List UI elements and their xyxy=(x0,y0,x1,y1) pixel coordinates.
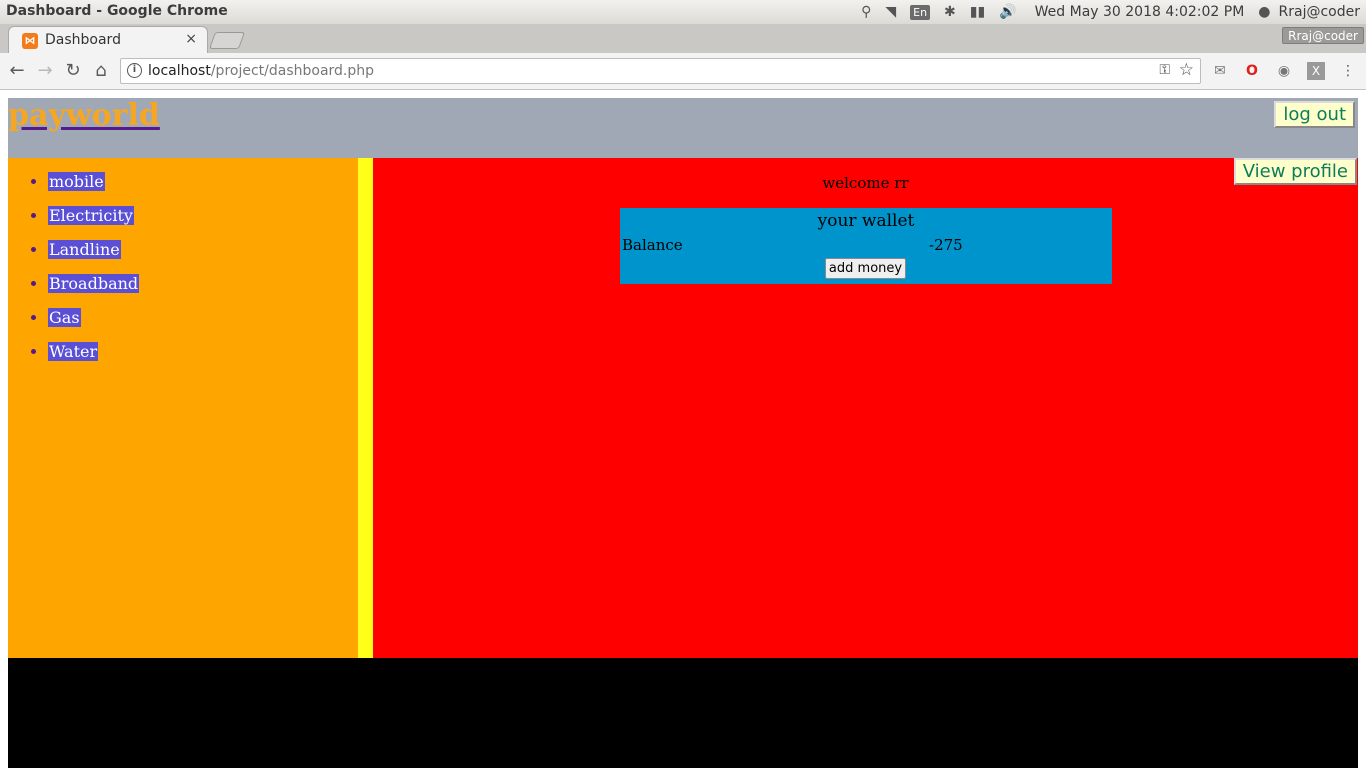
url-path: /project/dashboard.php xyxy=(210,63,375,79)
sidebar-link-landline[interactable]: Landline xyxy=(48,240,121,259)
add-money-button[interactable]: add money xyxy=(825,258,906,279)
keyboard-language-indicator[interactable]: En xyxy=(910,4,931,20)
home-icon[interactable]: ⌂ xyxy=(90,60,112,82)
bookmark-star-icon[interactable]: ☆ xyxy=(1179,60,1194,80)
logout-button[interactable]: log out xyxy=(1274,101,1355,128)
sidebar-item-mobile: mobile xyxy=(48,172,139,192)
apple-icon[interactable]: ● xyxy=(1258,0,1270,24)
window-title: Dashboard - Google Chrome xyxy=(6,3,228,19)
balance-label: Balance xyxy=(622,236,683,254)
sidebar-item-landline: Landline xyxy=(48,240,139,260)
site-logo-link[interactable]: payworld xyxy=(8,98,160,133)
balance-value: -275 xyxy=(929,236,963,254)
battery-icon[interactable]: ▮▮ xyxy=(970,0,985,24)
sidebar-link-electricity[interactable]: Electricity xyxy=(48,206,134,225)
opera-extension-icon[interactable]: O xyxy=(1243,62,1261,80)
welcome-message: welcome rr xyxy=(822,174,909,192)
profile-chip[interactable]: Rraj@coder xyxy=(1282,27,1364,44)
sidebar-item-broadband: Broadband xyxy=(48,274,140,294)
page-content: payworld log out mobile Electricity Land… xyxy=(0,91,1366,768)
clock[interactable]: Wed May 30 2018 4:02:02 PM xyxy=(1035,4,1245,20)
search-icon[interactable]: ⚲ xyxy=(861,0,871,24)
column-divider xyxy=(358,158,373,658)
os-top-bar: Dashboard - Google Chrome ⚲ ◥ En ✱ ▮▮ 🔊 … xyxy=(0,0,1366,24)
sidebar-item-gas: Gas xyxy=(48,308,139,328)
main-panel: View profile welcome rr your wallet Bala… xyxy=(373,158,1358,658)
mail-extension-icon[interactable]: ✉ xyxy=(1211,62,1229,80)
session-user[interactable]: Rraj@coder xyxy=(1279,4,1360,20)
back-arrow-icon[interactable]: ← xyxy=(6,60,28,82)
reload-icon[interactable]: ↻ xyxy=(62,60,84,82)
tab-title: Dashboard xyxy=(45,32,121,48)
site-header: payworld log out xyxy=(8,98,1358,158)
site-footer xyxy=(8,658,1358,768)
sidebar-item-electricity: Electricity xyxy=(48,206,139,226)
url-text: localhost/project/dashboard.php xyxy=(148,63,374,79)
site-info-icon[interactable]: i xyxy=(127,63,142,78)
sidebar-link-mobile[interactable]: mobile xyxy=(48,172,105,191)
tab-strip: ⋈ Dashboard × Rraj@coder xyxy=(0,24,1366,53)
wifi-icon[interactable]: ◥ xyxy=(885,0,896,24)
menu-dots-icon[interactable]: ⋮ xyxy=(1339,62,1357,80)
sidebar: mobile Electricity Landline Broadband Ga… xyxy=(8,158,358,658)
url-host: localhost xyxy=(148,63,211,79)
browser-toolbar: ← → ↻ ⌂ i localhost/project/dashboard.ph… xyxy=(0,53,1366,90)
new-tab-button[interactable] xyxy=(208,32,246,49)
tab-close-icon[interactable]: × xyxy=(185,31,197,47)
bluetooth-icon[interactable]: ✱ xyxy=(944,0,956,24)
wallet-title: your wallet xyxy=(817,211,915,231)
sidebar-link-water[interactable]: Water xyxy=(48,342,99,361)
address-bar[interactable]: i localhost/project/dashboard.php ⚿ ☆ xyxy=(120,58,1201,84)
sidebar-menu: mobile Electricity Landline Broadband Ga… xyxy=(48,172,140,376)
xampp-favicon-icon: ⋈ xyxy=(22,33,38,49)
sidebar-link-broadband[interactable]: Broadband xyxy=(48,274,140,293)
tab-dashboard[interactable]: ⋈ Dashboard × xyxy=(8,26,208,53)
forward-arrow-icon[interactable]: → xyxy=(34,60,56,82)
key-icon[interactable]: ⚿ xyxy=(1159,62,1170,78)
sidebar-item-water: Water xyxy=(48,342,139,362)
os-status-area: ⚲ ◥ En ✱ ▮▮ 🔊 Wed May 30 2018 4:02:02 PM… xyxy=(847,0,1360,24)
wallet-panel: your wallet Balance -275 add money xyxy=(620,208,1112,284)
sidebar-link-gas[interactable]: Gas xyxy=(48,308,81,327)
cube-extension-icon[interactable]: ◉ xyxy=(1275,62,1293,80)
x-extension-icon[interactable]: X xyxy=(1307,62,1325,80)
volume-icon[interactable]: 🔊 xyxy=(999,0,1016,24)
